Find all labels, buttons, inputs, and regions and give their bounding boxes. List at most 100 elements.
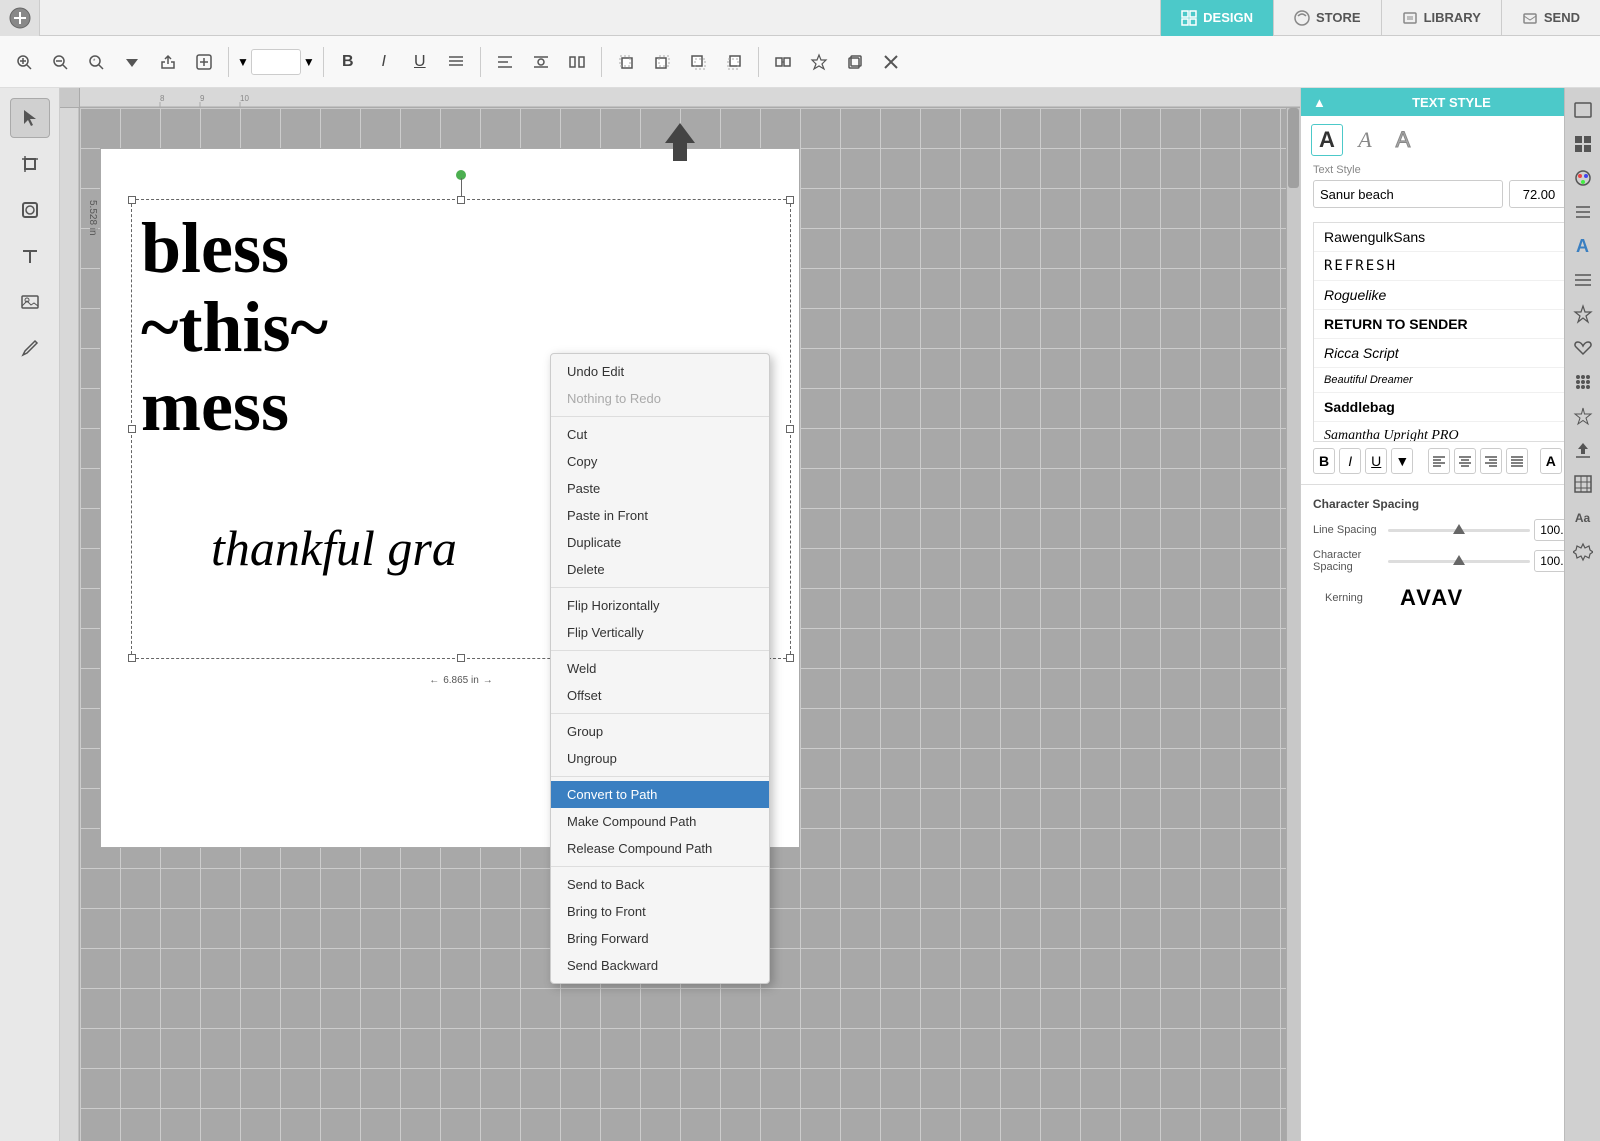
shape-tool[interactable] (10, 190, 50, 230)
handle-bottom-right[interactable] (786, 654, 794, 662)
char-spacing-thumb[interactable] (1453, 555, 1465, 565)
close-tb[interactable] (875, 46, 907, 78)
line-spacing-slider[interactable] (1388, 520, 1530, 540)
panel-font-size-input[interactable] (1509, 180, 1569, 208)
ctx-cut[interactable]: Cut (551, 421, 769, 448)
rotation-handle[interactable] (456, 170, 466, 180)
move-down-button[interactable] (116, 46, 148, 78)
tab-text-style-script[interactable]: A (1349, 124, 1381, 156)
ctx-send-backward[interactable]: Send Backward (551, 952, 769, 979)
handle-top-right[interactable] (786, 196, 794, 204)
ctx-offset[interactable]: Offset (551, 682, 769, 709)
fmt-underline[interactable]: U (1365, 448, 1387, 474)
select-tool[interactable] (10, 98, 50, 138)
tab-text-style-A[interactable]: A (1311, 124, 1343, 156)
font-item-roguelike[interactable]: Roguelike (1314, 281, 1587, 310)
distribute-tb[interactable] (561, 46, 593, 78)
side-icon-text[interactable]: Aa (1569, 504, 1597, 532)
justify-button[interactable] (440, 46, 472, 78)
align-justify[interactable] (1506, 448, 1528, 474)
panel-collapse-btn[interactable]: ▲ (1313, 95, 1326, 110)
side-icon-palette[interactable] (1569, 164, 1597, 192)
side-icon-settings[interactable] (1569, 538, 1597, 566)
ctx-undo-edit[interactable]: Undo Edit (551, 358, 769, 385)
ctx-flip-v[interactable]: Flip Vertically (551, 619, 769, 646)
line-spacing-thumb[interactable] (1453, 524, 1465, 534)
text-A-btn[interactable]: A (1540, 448, 1562, 474)
align-center[interactable] (1454, 448, 1476, 474)
send-backward-tb[interactable] (718, 46, 750, 78)
side-icon-heart[interactable] (1569, 334, 1597, 362)
font-item-ricca[interactable]: Ricca Script (1314, 339, 1587, 368)
ctx-bring-forward[interactable]: Bring Forward (551, 925, 769, 952)
scrollbar-thumb[interactable] (1288, 108, 1299, 188)
font-item-refresh[interactable]: REFRESH (1314, 252, 1587, 281)
tab-send[interactable]: SEND (1501, 0, 1600, 36)
send-back-tb[interactable] (682, 46, 714, 78)
ctx-flip-h[interactable]: Flip Horizontally (551, 592, 769, 619)
side-icon-text-A[interactable]: A (1569, 232, 1597, 260)
side-icon-star2[interactable] (1569, 402, 1597, 430)
font-item-return-to-sender[interactable]: RETURN TO SENDER (1314, 310, 1587, 339)
font-item-saddlebag[interactable]: Saddlebag (1314, 393, 1587, 422)
ctx-send-back[interactable]: Send to Back (551, 871, 769, 898)
underline-button[interactable]: U (404, 46, 436, 78)
side-icon-dots[interactable] (1569, 368, 1597, 396)
ctx-bring-front[interactable]: Bring to Front (551, 898, 769, 925)
font-size-arrow-down[interactable]: ▼ (237, 55, 249, 69)
align-right[interactable] (1480, 448, 1502, 474)
add-button[interactable] (188, 46, 220, 78)
ctx-group[interactable]: Group (551, 718, 769, 745)
align-left[interactable] (1428, 448, 1450, 474)
tab-store[interactable]: STORE (1273, 0, 1381, 36)
bring-forward-tb[interactable] (646, 46, 678, 78)
side-icon-star[interactable] (1569, 300, 1597, 328)
fmt-italic[interactable]: I (1339, 448, 1361, 474)
zoom-fit-button[interactable]: * (80, 46, 112, 78)
handle-mid-right[interactable] (786, 425, 794, 433)
side-icon-pixel[interactable] (1569, 130, 1597, 158)
font-item-rawengulk[interactable]: RawengulkSans (1314, 223, 1587, 252)
handle-bottom-mid[interactable] (457, 654, 465, 662)
hand-tool-button[interactable] (152, 46, 184, 78)
ctx-ungroup[interactable]: Ungroup (551, 745, 769, 772)
zoom-out-button[interactable] (44, 46, 76, 78)
italic-button[interactable]: I (368, 46, 400, 78)
ctx-paste-front[interactable]: Paste in Front (551, 502, 769, 529)
ctx-make-compound[interactable]: Make Compound Path (551, 808, 769, 835)
ctx-release-compound[interactable]: Release Compound Path (551, 835, 769, 862)
ctx-copy[interactable]: Copy (551, 448, 769, 475)
star-tb[interactable] (803, 46, 835, 78)
handle-top-left[interactable] (128, 196, 136, 204)
side-icon-layers[interactable] (1569, 266, 1597, 294)
left-align-tb[interactable] (489, 46, 521, 78)
handle-mid-left[interactable] (128, 425, 136, 433)
ctx-convert-path[interactable]: Convert to Path (551, 781, 769, 808)
bring-front-tb[interactable] (610, 46, 642, 78)
fmt-dropdown[interactable]: ▼ (1391, 448, 1413, 474)
font-name-input[interactable] (1313, 180, 1503, 208)
tab-design[interactable]: DESIGN (1160, 0, 1273, 36)
upload-arrow[interactable] (655, 118, 705, 178)
ctx-paste[interactable]: Paste (551, 475, 769, 502)
ctx-weld[interactable]: Weld (551, 655, 769, 682)
cube-tb[interactable] (839, 46, 871, 78)
image-tool[interactable] (10, 282, 50, 322)
ctx-delete[interactable]: Delete (551, 556, 769, 583)
side-icon-lines[interactable] (1569, 198, 1597, 226)
center-tb[interactable] (525, 46, 557, 78)
group-tb[interactable] (767, 46, 799, 78)
side-icon-upload[interactable] (1569, 436, 1597, 464)
text-tool[interactable] (10, 236, 50, 276)
side-icon-image[interactable] (1569, 96, 1597, 124)
font-item-beautiful-dreamer[interactable]: Beautiful Dreamer (1314, 368, 1587, 393)
font-item-samantha[interactable]: Samantha Upright PRO (1314, 422, 1587, 442)
crop-tool[interactable] (10, 144, 50, 184)
tab-library[interactable]: LIBRARY (1381, 0, 1501, 36)
tab-text-style-outline[interactable]: A (1387, 124, 1419, 156)
fmt-bold[interactable]: B (1313, 448, 1335, 474)
side-icon-grid[interactable] (1569, 470, 1597, 498)
char-spacing-slider[interactable] (1388, 551, 1530, 571)
font-size-input[interactable]: 72.00 (251, 49, 301, 75)
bold-button[interactable]: B (332, 46, 364, 78)
